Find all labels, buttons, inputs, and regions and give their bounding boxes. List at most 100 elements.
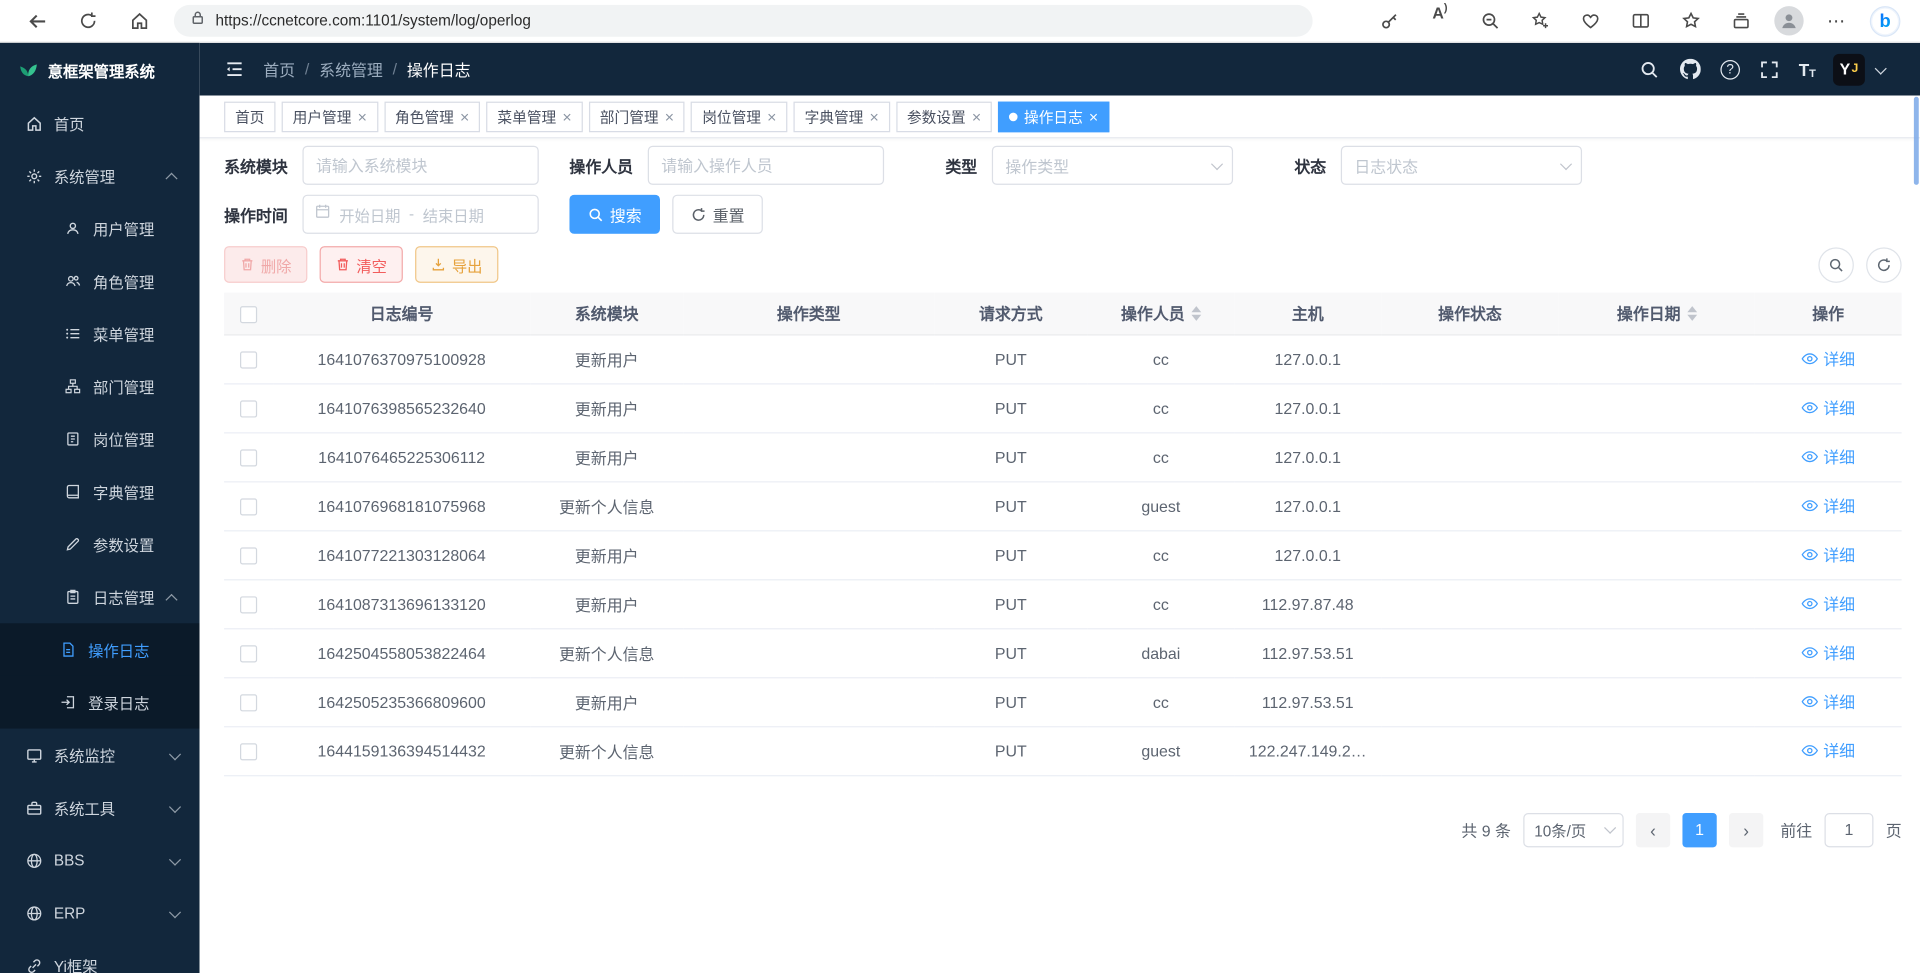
detail-link[interactable]: 详细: [1801, 396, 1855, 419]
sidebar-item-erp[interactable]: ERP: [0, 887, 200, 940]
clear-button[interactable]: 清空: [320, 246, 403, 283]
search-button[interactable]: 搜索: [569, 195, 660, 234]
row-checkbox[interactable]: [240, 547, 257, 564]
row-checkbox[interactable]: [240, 743, 257, 760]
close-icon[interactable]: ×: [869, 108, 878, 124]
chevron-down-icon[interactable]: [1875, 58, 1884, 80]
search-icon[interactable]: [1637, 57, 1661, 81]
menu-fold-icon[interactable]: [224, 59, 245, 80]
tab-home[interactable]: 首页: [224, 101, 275, 132]
browser-essentials-icon[interactable]: [1573, 4, 1607, 38]
github-icon[interactable]: [1679, 57, 1703, 81]
status-cell: [1381, 530, 1559, 579]
sidebar-item-role-management[interactable]: 角色管理: [0, 255, 200, 308]
password-key-icon[interactable]: [1373, 4, 1407, 38]
profile-avatar[interactable]: [1774, 6, 1803, 35]
browser-toolbar: https://ccnetcore.com:1101/system/log/op…: [0, 0, 1920, 43]
row-checkbox[interactable]: [240, 645, 257, 662]
close-icon[interactable]: ×: [972, 108, 981, 124]
sort-icons[interactable]: [1191, 306, 1201, 321]
module-input[interactable]: [302, 146, 538, 185]
row-checkbox[interactable]: [240, 400, 257, 417]
add-favorite-icon[interactable]: [1523, 4, 1557, 38]
sidebar-item-user-management[interactable]: 用户管理: [0, 202, 200, 255]
read-aloud-icon[interactable]: A): [1423, 4, 1457, 38]
back-icon[interactable]: [20, 4, 54, 38]
detail-link[interactable]: 详细: [1801, 592, 1855, 615]
collections-icon[interactable]: [1724, 4, 1758, 38]
sidebar-item-system-management[interactable]: 系统管理: [0, 149, 200, 202]
export-button[interactable]: 导出: [415, 246, 498, 283]
status-select[interactable]: 日志状态: [1341, 146, 1582, 185]
prev-page-button[interactable]: ‹: [1636, 812, 1670, 846]
scrollbar-thumb[interactable]: [1914, 97, 1919, 185]
tab-operation-log[interactable]: 操作日志×: [998, 101, 1109, 132]
user-avatar[interactable]: YJ: [1833, 53, 1865, 85]
sidebar-item-log-management[interactable]: 日志管理: [0, 571, 200, 624]
row-checkbox[interactable]: [240, 351, 257, 368]
sidebar-item-login-log[interactable]: 登录日志: [0, 676, 200, 729]
detail-link[interactable]: 详细: [1801, 445, 1855, 468]
close-icon[interactable]: ×: [767, 108, 776, 124]
next-page-button[interactable]: ›: [1729, 812, 1763, 846]
reset-button[interactable]: 重置: [672, 195, 763, 234]
sidebar-item-yi-framework[interactable]: Yi框架: [0, 939, 200, 973]
tab-role-management[interactable]: 角色管理×: [384, 101, 480, 132]
row-checkbox[interactable]: [240, 449, 257, 466]
tab-menu-management[interactable]: 菜单管理×: [486, 101, 582, 132]
address-bar[interactable]: https://ccnetcore.com:1101/system/log/op…: [174, 5, 1313, 37]
detail-link[interactable]: 详细: [1801, 690, 1855, 713]
delete-button[interactable]: 删除: [224, 246, 307, 283]
page-1-button[interactable]: 1: [1682, 812, 1716, 846]
sidebar-item-bbs[interactable]: BBS: [0, 834, 200, 887]
tab-post-management[interactable]: 岗位管理×: [691, 101, 787, 132]
row-checkbox[interactable]: [240, 596, 257, 613]
table-search-toggle-icon[interactable]: [1818, 247, 1854, 283]
sort-icons[interactable]: [1687, 306, 1697, 321]
sidebar-item-home[interactable]: 首页: [0, 97, 200, 150]
close-icon[interactable]: ×: [562, 108, 571, 124]
page-size-select[interactable]: 10条/页: [1523, 812, 1623, 846]
favorites-icon[interactable]: [1674, 4, 1708, 38]
table-refresh-icon[interactable]: [1866, 247, 1902, 283]
sidebar-item-operation-log[interactable]: 操作日志: [0, 623, 200, 676]
select-all-checkbox[interactable]: [240, 306, 257, 323]
date-range-input[interactable]: 开始日期 - 结束日期: [302, 195, 538, 234]
refresh-icon[interactable]: [71, 4, 105, 38]
tab-dictionary-management[interactable]: 字典管理×: [794, 101, 890, 132]
help-icon[interactable]: ?: [1720, 59, 1740, 79]
row-checkbox[interactable]: [240, 694, 257, 711]
fullscreen-icon[interactable]: [1757, 57, 1781, 81]
home-icon[interactable]: [122, 4, 156, 38]
detail-link[interactable]: 详细: [1801, 543, 1855, 566]
close-icon[interactable]: ×: [665, 108, 674, 124]
row-checkbox[interactable]: [240, 498, 257, 515]
detail-link[interactable]: 详细: [1801, 494, 1855, 517]
zoom-out-icon[interactable]: [1473, 4, 1507, 38]
sidebar-item-system-monitoring[interactable]: 系统监控: [0, 729, 200, 782]
font-size-icon[interactable]: TT: [1799, 59, 1816, 79]
copilot-bing-icon[interactable]: b: [1870, 6, 1901, 37]
operator-input[interactable]: [648, 146, 884, 185]
tab-user-management[interactable]: 用户管理×: [282, 101, 378, 132]
sidebar-item-menu-management[interactable]: 菜单管理: [0, 307, 200, 360]
detail-link[interactable]: 详细: [1801, 347, 1855, 370]
detail-link[interactable]: 详细: [1801, 739, 1855, 762]
close-icon[interactable]: ×: [460, 108, 469, 124]
sidebar-item-dictionary-management[interactable]: 字典管理: [0, 465, 200, 518]
split-screen-icon[interactable]: [1624, 4, 1658, 38]
tab-parameter-settings[interactable]: 参数设置×: [896, 101, 992, 132]
sidebar-item-post-management[interactable]: 岗位管理: [0, 413, 200, 466]
breadcrumb-home[interactable]: 首页: [263, 58, 295, 81]
type-select[interactable]: 操作类型: [992, 146, 1233, 185]
detail-link[interactable]: 详细: [1801, 641, 1855, 664]
tab-department-management[interactable]: 部门管理×: [589, 101, 685, 132]
close-icon[interactable]: ×: [1089, 108, 1098, 124]
sidebar-item-system-tools[interactable]: 系统工具: [0, 781, 200, 834]
close-icon[interactable]: ×: [358, 108, 367, 124]
goto-page-input[interactable]: [1824, 812, 1873, 846]
breadcrumb-system[interactable]: 系统管理: [319, 58, 383, 81]
more-icon[interactable]: ⋯: [1820, 4, 1854, 38]
sidebar-item-parameter-settings[interactable]: 参数设置: [0, 518, 200, 571]
sidebar-item-department-management[interactable]: 部门管理: [0, 360, 200, 413]
